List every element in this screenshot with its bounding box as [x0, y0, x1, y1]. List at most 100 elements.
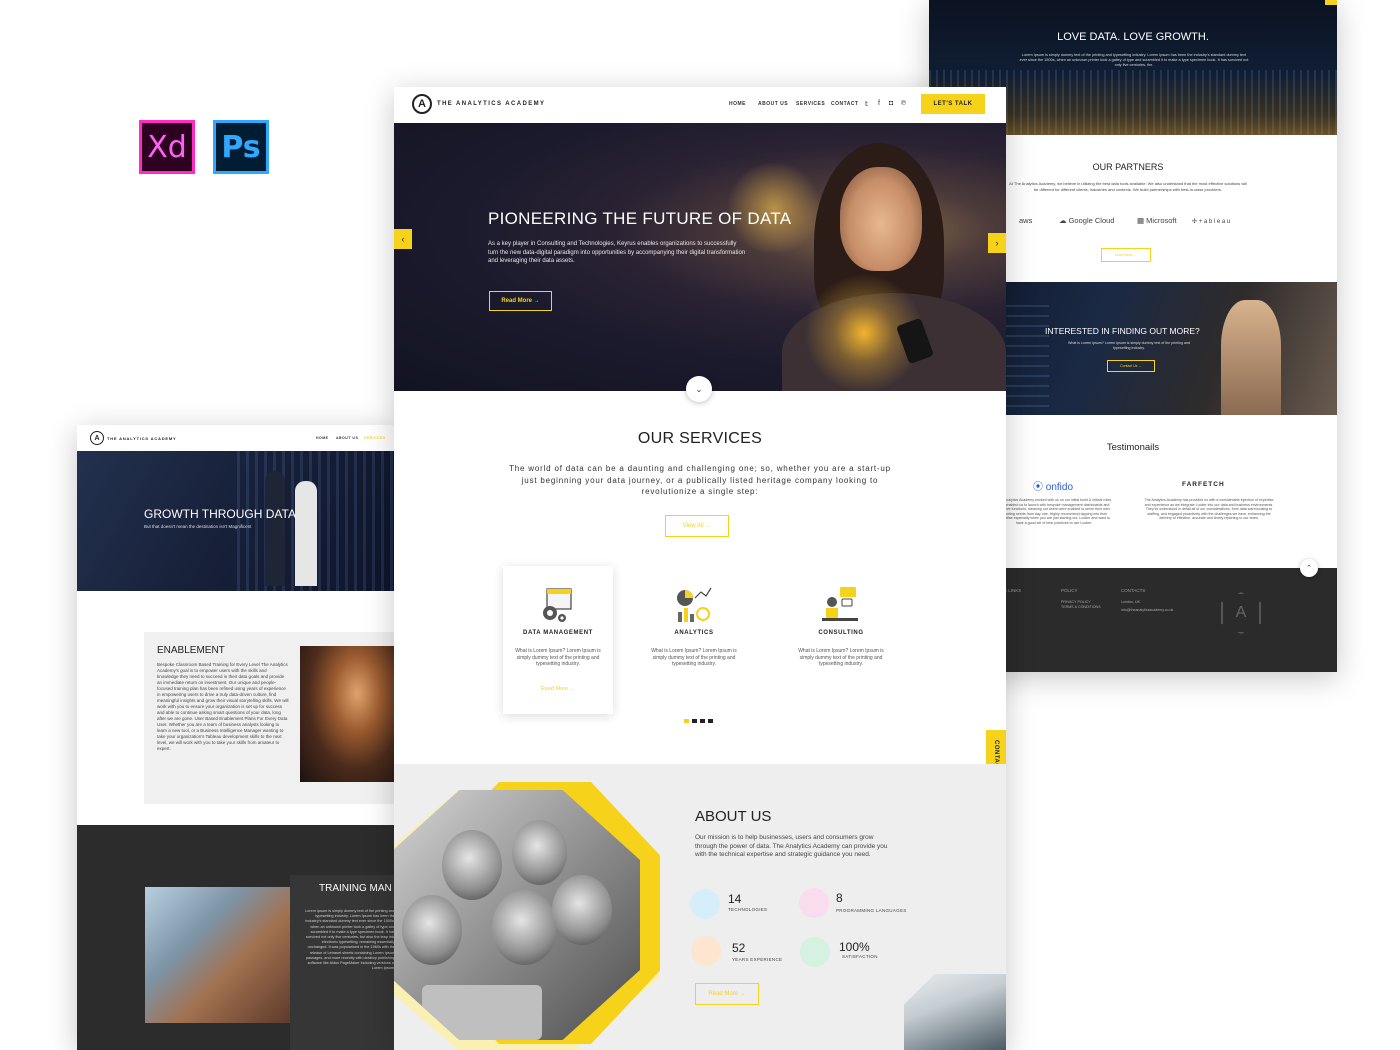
onfido-label: onfido: [1045, 482, 1074, 493]
logo-text[interactable]: The Analytics Academy: [107, 436, 176, 441]
pagination-dot[interactable]: [692, 719, 697, 723]
google-cloud-logo: ☁ Google Cloud: [1059, 216, 1114, 225]
stat-value: 14: [728, 892, 742, 906]
main-header: A The Analytics Academy HOME ABOUT US SE…: [394, 87, 1006, 123]
nav-services[interactable]: SERVICES: [796, 101, 825, 107]
experience-icon: [691, 936, 721, 966]
onfido-logo: ⦿ onfido: [1033, 478, 1073, 493]
services-title: OUR SERVICES: [637, 430, 763, 447]
person-figure-image: [512, 820, 567, 885]
enablement-photo: [300, 646, 395, 782]
team-corner-photo: [904, 974, 1006, 1050]
stat-value: 8: [836, 891, 843, 905]
interest-text: What is Lorem Ipsum? Lorem Ipsum is simp…: [1067, 341, 1191, 350]
carousel-prev-button[interactable]: ‹: [394, 229, 412, 249]
service-title: DATA MANAGEMENT: [523, 630, 593, 636]
logo-icon[interactable]: A: [412, 94, 432, 114]
nav-about-us[interactable]: ABOUT US: [758, 101, 788, 107]
footer-contacts-heading: CONTACTS: [1121, 588, 1146, 593]
service-card-analytics[interactable]: ANALYTICS What is Lorem Ipsum? Lorem Ips…: [639, 566, 749, 714]
nav-home[interactable]: HOME: [316, 436, 329, 440]
testimonial-quote: The Analytics Academy worked with us on …: [996, 498, 1112, 525]
interest-title: INTERESTED IN FINDING OUT MORE?: [1045, 326, 1200, 336]
pagination-dot[interactable]: [708, 719, 713, 723]
person-figure-image: [265, 471, 285, 586]
scroll-down-button[interactable]: ⌄: [686, 376, 712, 402]
contact-us-button[interactable]: Contact Us →: [1107, 360, 1155, 372]
footer-email[interactable]: info@theanalyticsacademy.co.uk: [1121, 608, 1173, 612]
carousel-next-button[interactable]: ›: [988, 233, 1006, 253]
footer-link[interactable]: PRIVACY POLICY: [1061, 600, 1091, 604]
tableau-label: + a b l e a u: [1198, 219, 1231, 225]
footer-link[interactable]: TERMS & CONDITIONS: [1061, 605, 1101, 609]
left-hero-banner: GROWTH THROUGH DATA But that doesn't mea…: [77, 451, 395, 591]
service-desc: What is Lorem Ipsum? Lorem Ipsum is simp…: [798, 648, 884, 667]
google-cloud-label: Google Cloud: [1068, 216, 1115, 225]
left-page-mockup: A The Analytics Academy HOME ABOUT US SE…: [77, 425, 395, 1050]
microsoft-logo: ▦ Microsoft: [1137, 216, 1177, 225]
footer-logo-icon: A: [1221, 592, 1261, 634]
woman-photo: [1221, 300, 1281, 415]
hero-woman-face: [840, 167, 922, 271]
pagination-dot[interactable]: [684, 719, 689, 723]
partners-text: At The Analytics Academy, we believe in …: [1009, 181, 1247, 192]
tableau-logo: ✣ + a b l e a u: [1192, 218, 1230, 225]
love-data-title: LOVE DATA. LOVE GROWTH.: [1057, 31, 1209, 43]
main-page-mockup: A The Analytics Academy HOME ABOUT US SE…: [394, 87, 1006, 1050]
pinterest-icon[interactable]: ℗: [901, 100, 906, 107]
lets-talk-button[interactable]: LET'S TALK: [921, 94, 985, 114]
stat-value: 52: [732, 941, 746, 955]
service-card-data-management[interactable]: DATA MANAGEMENT What is Lorem Ipsum? Lor…: [503, 566, 613, 714]
stat-label: YEARS EXPERIENCE: [732, 957, 783, 962]
person-figure-image: [402, 895, 462, 965]
footer-links-heading: K LINKS: [1004, 588, 1022, 593]
stat-label: TECHNOLOGIES: [728, 907, 768, 912]
left-hero-subtitle: But that doesn't mean the destination is…: [144, 524, 252, 529]
consulting-icon: [822, 587, 858, 621]
service-title: ANALYTICS: [674, 630, 714, 636]
nav-home[interactable]: HOME: [729, 101, 746, 107]
cloud-icon: ☁: [1059, 216, 1069, 225]
left-hero-title: GROWTH THROUGH DATA: [144, 507, 296, 521]
adobe-photoshop-icon: Ps: [213, 120, 269, 174]
stat-label: SATISFACTION: [842, 954, 878, 959]
logo-icon[interactable]: A: [90, 431, 104, 445]
logo-text[interactable]: The Analytics Academy: [437, 101, 545, 107]
about-section: ABOUT US Our mission is to help business…: [394, 764, 1006, 1050]
enablement-title: ENABLEMENT: [157, 645, 225, 656]
training-text: Lorem Ipsum is simply dummy text of the …: [305, 909, 395, 971]
data-management-icon: [543, 588, 572, 622]
twitter-icon[interactable]: 𝕥: [865, 100, 868, 108]
training-title: TRAINING MAN: [319, 883, 392, 894]
pagination-dot[interactable]: [700, 719, 705, 723]
scroll-top-button[interactable]: ⌃: [1300, 559, 1318, 577]
enablement-text: Bespoke Classroom Based Training for Eve…: [157, 662, 289, 751]
stat-label: PROGRAMMING LANGUAGES: [836, 908, 907, 913]
service-card-consulting[interactable]: CONSULTING What is Lorem Ipsum? Lorem Ip…: [786, 566, 896, 714]
left-header: A The Analytics Academy HOME ABOUT US SE…: [77, 425, 395, 451]
footer-policy-heading: POLICY: [1061, 588, 1078, 593]
code-monitor-icon: [799, 888, 829, 918]
training-photo: [145, 887, 290, 1023]
nav-services[interactable]: SERVICES: [364, 436, 386, 440]
service-read-more-link[interactable]: Read More →: [503, 686, 613, 692]
carousel-pagination[interactable]: [684, 719, 713, 723]
nav-about-us[interactable]: ABOUT US: [336, 436, 358, 440]
nav-contact[interactable]: CONTACT: [831, 101, 859, 107]
about-read-more-button[interactable]: Read More →: [695, 983, 759, 1005]
footer-address: London, UK: [1121, 600, 1140, 604]
aws-logo: aws: [1019, 216, 1033, 225]
service-title: CONSULTING: [818, 630, 864, 636]
facebook-icon[interactable]: f: [878, 100, 880, 107]
hero-read-more-button[interactable]: Read More →: [489, 291, 552, 311]
partners-learn-more-button[interactable]: Learn More →: [1101, 248, 1151, 262]
enablement-section: ENABLEMENT Bespoke Classroom Based Train…: [144, 632, 395, 804]
windows-icon: ▦: [1137, 216, 1147, 225]
view-all-button[interactable]: View All →: [665, 515, 729, 537]
instagram-icon[interactable]: ◘: [889, 100, 893, 107]
person-figure-image: [552, 875, 612, 945]
lightbulb-icon: [690, 889, 720, 919]
hero-text: As a key player in Consulting and Techno…: [488, 241, 746, 264]
tableau-mark-icon: ✣: [1192, 219, 1199, 225]
satisfaction-icon: [800, 937, 830, 967]
